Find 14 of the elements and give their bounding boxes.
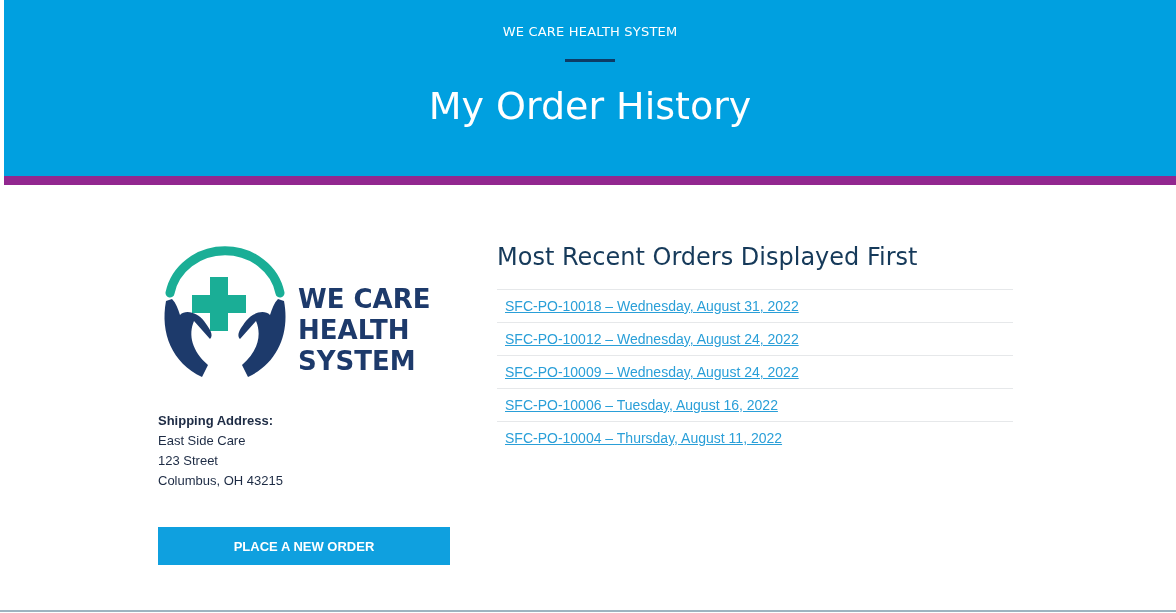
order-link[interactable]: SFC-PO-10006 – Tuesday, August 16, 2022 [505, 397, 778, 413]
logo-wordmark: WE CARE HEALTH SYSTEM [298, 284, 431, 377]
order-link[interactable]: SFC-PO-10018 – Wednesday, August 31, 2022 [505, 298, 799, 314]
shipping-address-line: 123 Street [158, 452, 219, 470]
order-link[interactable]: SFC-PO-10012 – Wednesday, August 24, 2022 [505, 331, 799, 347]
shipping-address-label: Shipping Address: [158, 412, 275, 430]
order-link[interactable]: SFC-PO-10009 – Wednesday, August 24, 2022 [505, 364, 799, 380]
order-link[interactable]: SFC-PO-10004 – Thursday, August 11, 2022 [505, 430, 783, 446]
orders-heading: Most Recent Orders Displayed First [497, 243, 919, 271]
shipping-address-line: Columbus, OH 43215 [158, 472, 284, 490]
place-order-button[interactable]: PLACE A NEW ORDER [158, 527, 450, 565]
page-title: My Order History [428, 84, 752, 128]
header-eyebrow: WE CARE HEALTH SYSTEM [502, 24, 678, 39]
shipping-address-line: East Side Care [158, 432, 247, 450]
